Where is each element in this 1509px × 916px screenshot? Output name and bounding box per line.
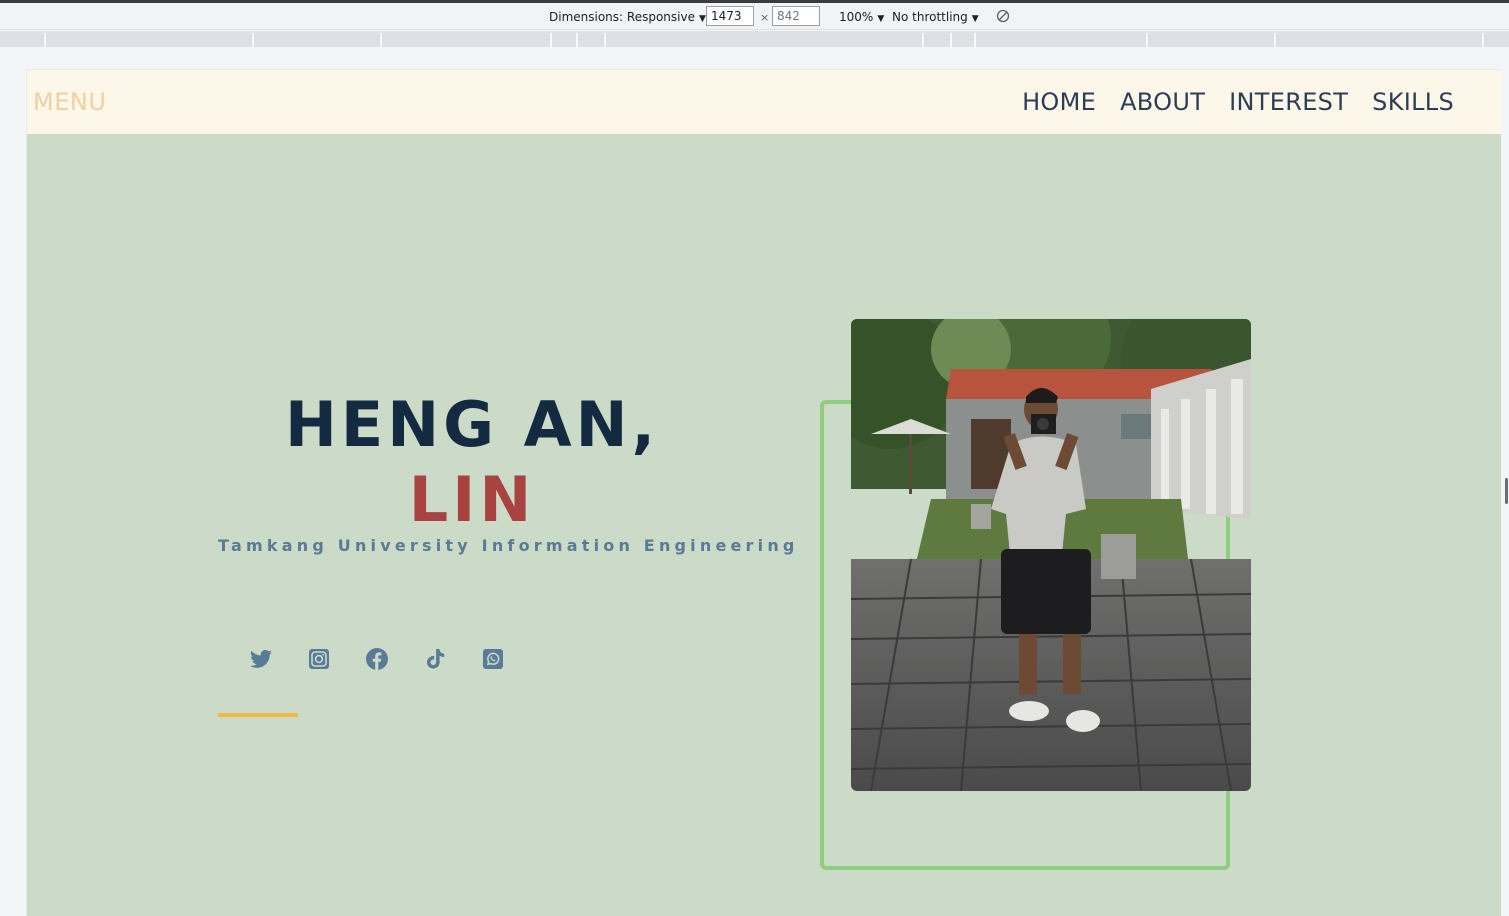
nav-links: HOME ABOUT INTEREST SKILLS bbox=[1022, 88, 1454, 116]
accent-underline bbox=[218, 713, 298, 717]
chevron-down-icon: ▼ bbox=[698, 14, 706, 24]
nav-link-about[interactable]: ABOUT bbox=[1120, 88, 1205, 116]
hero-name-last: LIN bbox=[408, 463, 536, 536]
nav-link-skills[interactable]: SKILLS bbox=[1372, 88, 1454, 116]
menu-button[interactable]: MENU bbox=[33, 88, 106, 116]
times-separator: × bbox=[760, 11, 770, 24]
hero-name-first: HENG AN, bbox=[284, 388, 660, 461]
twitter-icon[interactable] bbox=[249, 647, 273, 671]
chevron-down-icon: ▼ bbox=[877, 14, 885, 24]
dimensions-dropdown[interactable]: Dimensions: Responsive ▼ bbox=[549, 10, 706, 24]
rotate-icon[interactable] bbox=[996, 9, 1010, 23]
tiktok-icon[interactable] bbox=[423, 647, 447, 671]
viewport-width-input[interactable] bbox=[706, 6, 754, 26]
social-links bbox=[249, 647, 505, 671]
page-viewport: MENU HOME ABOUT INTEREST SKILLS HENG AN,… bbox=[26, 69, 1501, 916]
facebook-icon[interactable] bbox=[365, 647, 389, 671]
hero-subtitle: Tamkang University Information Engineeri… bbox=[218, 536, 799, 555]
navbar: MENU HOME ABOUT INTEREST SKILLS bbox=[27, 70, 1501, 134]
nav-link-home[interactable]: HOME bbox=[1022, 88, 1096, 116]
viewport-height-input[interactable] bbox=[772, 6, 820, 26]
instagram-icon[interactable] bbox=[307, 647, 331, 671]
nav-link-interest[interactable]: INTEREST bbox=[1229, 88, 1348, 116]
whatsapp-icon[interactable] bbox=[481, 647, 505, 671]
device-toolbar: Dimensions: Responsive▼ × 100%▼ No throt… bbox=[0, 3, 1509, 30]
resize-handle[interactable] bbox=[1505, 478, 1508, 504]
throttling-dropdown[interactable]: No throttling ▼ bbox=[892, 10, 979, 24]
zoom-dropdown[interactable]: 100% ▼ bbox=[839, 10, 884, 24]
media-query-ruler bbox=[0, 31, 1509, 47]
profile-photo bbox=[851, 319, 1251, 791]
chevron-down-icon: ▼ bbox=[971, 14, 979, 24]
